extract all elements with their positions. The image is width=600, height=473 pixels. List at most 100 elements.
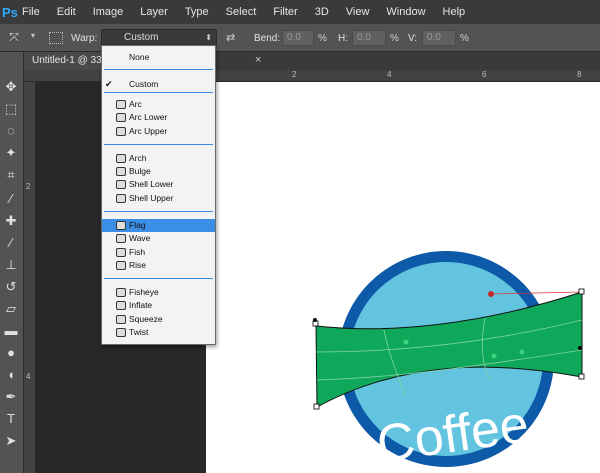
warp-option-label: Arch <box>129 153 147 163</box>
warp-option-fisheye[interactable]: Fisheye <box>102 286 215 299</box>
arc-icon <box>116 100 126 109</box>
warp-option-wave[interactable]: Wave <box>102 232 215 245</box>
marquee-tool-icon[interactable]: ⬚ <box>2 100 20 118</box>
tab-close-icon[interactable]: × <box>255 54 261 66</box>
ruler-tick-label: 2 <box>292 70 297 79</box>
warp-option-shell-lower[interactable]: Shell Lower <box>102 178 215 191</box>
menu-window[interactable]: Window <box>386 6 425 18</box>
warp-option-label: Custom <box>129 79 159 89</box>
bend-label: Bend: <box>254 33 281 44</box>
transform-tool-icon[interactable]: ⤧ <box>6 30 22 46</box>
arc-lower-icon <box>116 113 126 122</box>
blur-tool-icon[interactable]: ● <box>2 344 20 362</box>
crop-tool-icon[interactable]: ⌗ <box>2 166 20 184</box>
warp-option-squeeze[interactable]: Squeeze <box>102 313 215 326</box>
menu-filter[interactable]: Filter <box>273 6 297 18</box>
warp-option-label: Arc Lower <box>129 112 168 122</box>
v-field[interactable]: 0.0 <box>422 30 456 46</box>
menu-file[interactable]: File <box>22 6 40 18</box>
h-label: H: <box>338 33 348 44</box>
pen-tool-icon[interactable]: ✒ <box>2 388 20 406</box>
warp-option-shell-upper[interactable]: Shell Upper <box>102 192 215 205</box>
lasso-tool-icon[interactable]: ◌ <box>2 122 20 140</box>
menu-separator <box>104 211 213 212</box>
menu-3d[interactable]: 3D <box>315 6 329 18</box>
warp-option-label: Wave <box>129 233 151 243</box>
warp-option-label: Shell Lower <box>129 179 174 189</box>
wave-icon <box>116 234 126 243</box>
warp-option-none[interactable]: None <box>102 51 215 64</box>
warp-option-custom[interactable]: ✔ Custom <box>102 78 215 91</box>
menu-help[interactable]: Help <box>443 6 466 18</box>
shell-upper-icon <box>116 194 126 203</box>
fisheye-icon <box>116 288 126 297</box>
warp-option-fish[interactable]: Fish <box>102 246 215 259</box>
healing-brush-tool-icon[interactable]: ✚ <box>2 212 20 230</box>
warp-option-label: Bulge <box>129 166 151 176</box>
reference-point-icon[interactable] <box>49 32 63 44</box>
menu-layer[interactable]: Layer <box>140 6 168 18</box>
warp-option-inflate[interactable]: Inflate <box>102 299 215 312</box>
ruler-tick-label: 6 <box>482 70 487 79</box>
warp-option-bulge[interactable]: Bulge <box>102 165 215 178</box>
arc-upper-icon <box>116 127 126 136</box>
menu-separator <box>104 144 213 145</box>
menu-separator <box>104 92 213 93</box>
menu-select[interactable]: Select <box>226 6 257 18</box>
menu-view[interactable]: View <box>346 6 370 18</box>
rise-icon <box>116 261 126 270</box>
warp-option-twist[interactable]: Twist <box>102 326 215 339</box>
h-percent: % <box>390 33 399 44</box>
photoshop-window: Ps File Edit Image Layer Type Select Fil… <box>0 0 600 473</box>
menu-type[interactable]: Type <box>185 6 209 18</box>
bend-field[interactable]: 0.0 <box>282 30 314 46</box>
fish-icon <box>116 248 126 257</box>
warp-option-arc-upper[interactable]: Arc Upper <box>102 125 215 138</box>
warp-orientation-icon[interactable]: ⇄ <box>226 31 242 45</box>
menu-bar: Ps File Edit Image Layer Type Select Fil… <box>0 0 600 24</box>
warp-option-label: Shell Upper <box>129 193 174 203</box>
warp-label: Warp: <box>71 33 98 44</box>
brush-tool-icon[interactable]: ⁄ <box>2 234 20 252</box>
warp-option-flag[interactable]: Flag <box>102 219 215 232</box>
document-tab[interactable]: Untitled-1 @ 33 <box>24 52 104 70</box>
warp-option-label: None <box>129 52 150 62</box>
eyedropper-tool-icon[interactable]: ⁄ <box>2 190 20 208</box>
menu-image[interactable]: Image <box>93 6 124 18</box>
warp-option-rise[interactable]: Rise <box>102 259 215 272</box>
eraser-tool-icon[interactable]: ▱ <box>2 300 20 318</box>
ruler-tick-label: 2 <box>26 182 31 191</box>
warp-option-arc-lower[interactable]: Arc Lower <box>102 111 215 124</box>
warp-style-dropdown: None ✔ Custom Arc Arc Lower Arc Upper Arch Bulg… <box>101 45 216 345</box>
warp-option-arch[interactable]: Arch <box>102 152 215 165</box>
warp-option-arc[interactable]: Arc <box>102 98 215 111</box>
history-brush-tool-icon[interactable]: ↺ <box>2 278 20 296</box>
move-tool-icon[interactable]: ✥ <box>2 78 20 96</box>
tool-preset-caret-icon[interactable]: ▾ <box>31 31 35 40</box>
type-tool-icon[interactable]: T <box>2 410 20 428</box>
clone-stamp-tool-icon[interactable]: ⊥ <box>2 256 20 274</box>
warp-option-label: Inflate <box>129 300 153 310</box>
ruler-vertical: 2 4 <box>24 82 36 473</box>
gradient-tool-icon[interactable]: ▬ <box>2 322 20 340</box>
h-field[interactable]: 0.0 <box>352 30 386 46</box>
ruler-tick-label: 4 <box>26 372 31 381</box>
options-bar: ⤧ ▾ Warp: Custom ⬍ ⇄ Bend: 0.0 % H: 0.0 … <box>0 24 600 52</box>
app-logo: Ps <box>2 4 18 20</box>
select-caret-icon: ⬍ <box>205 33 212 42</box>
v-label: V: <box>408 33 418 44</box>
path-selection-tool-icon[interactable]: ➤ <box>2 432 20 450</box>
bulge-icon <box>116 167 126 176</box>
flag-icon <box>116 221 126 230</box>
tools-panel: ✥ ⬚ ◌ ✦ ⌗ ⁄ ✚ ⁄ ⊥ ↺ ▱ ▬ ● ◖ ✒ T ➤ <box>0 52 24 473</box>
document-tab-title: Untitled-1 @ 33 <box>32 55 102 66</box>
warp-option-label: Rise <box>129 260 147 270</box>
inflate-icon <box>116 301 126 310</box>
shell-lower-icon <box>116 180 126 189</box>
warp-option-label: Twist <box>129 327 149 337</box>
check-icon: ✔ <box>105 79 113 89</box>
dodge-tool-icon[interactable]: ◖ <box>2 366 20 384</box>
menu-edit[interactable]: Edit <box>57 6 76 18</box>
magic-wand-tool-icon[interactable]: ✦ <box>2 144 20 162</box>
document-canvas[interactable] <box>206 82 600 473</box>
